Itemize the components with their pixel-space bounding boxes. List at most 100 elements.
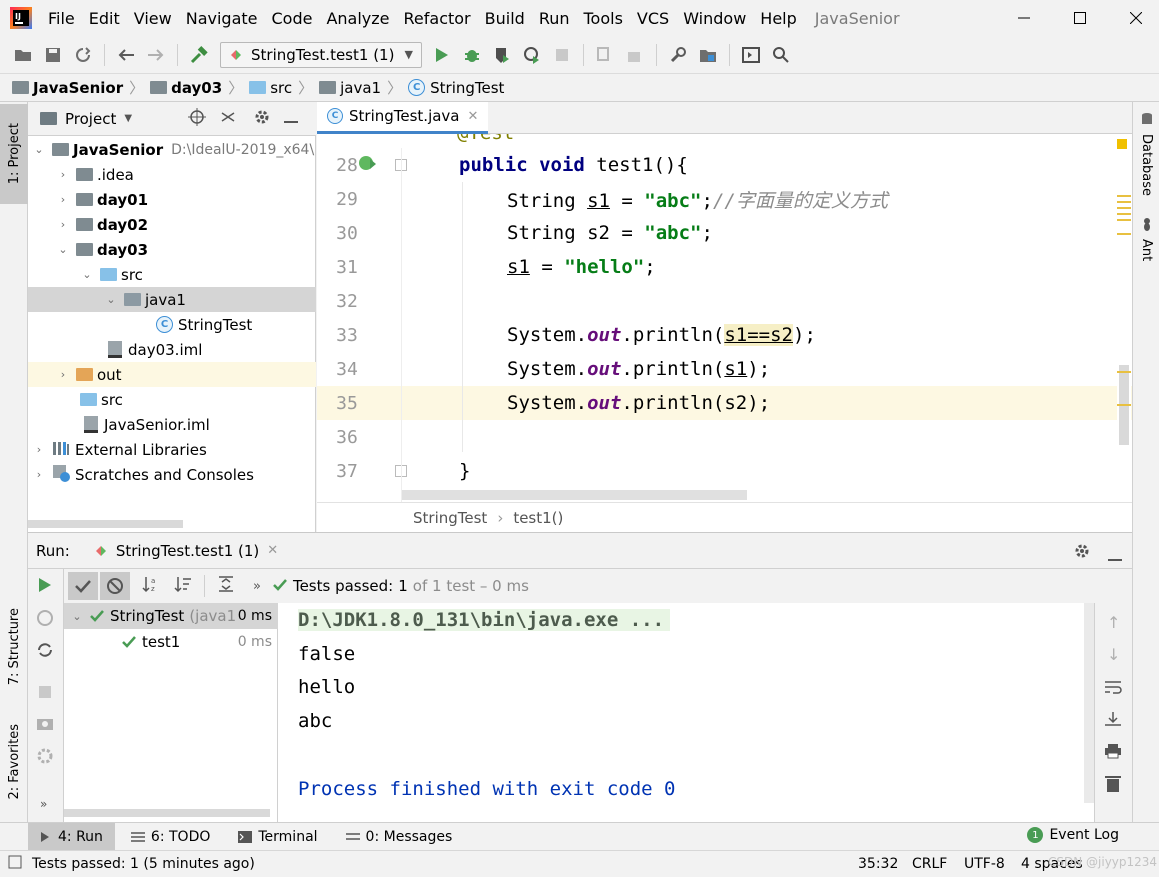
tree-item-external-libraries[interactable]: › External Libraries xyxy=(32,437,207,462)
collapse-all-icon[interactable] xyxy=(220,109,236,129)
horizontal-scrollbar[interactable] xyxy=(64,809,270,817)
tree-item-day03-iml[interactable]: day03.iml xyxy=(108,337,202,362)
crumb-class[interactable]: StringTest xyxy=(413,509,487,527)
toggle-autotest-icon[interactable] xyxy=(36,641,54,663)
tab-stringtest-java[interactable]: C StringTest.java ✕ xyxy=(317,101,489,134)
menu-code[interactable]: Code xyxy=(272,9,313,28)
horizontal-scrollbar[interactable] xyxy=(28,520,183,528)
ant-tool-tab[interactable]: Ant xyxy=(1133,217,1159,277)
close-tab-icon[interactable]: ✕ xyxy=(468,109,479,124)
tree-item-out[interactable]: › out xyxy=(56,362,122,387)
more-chevrons-icon[interactable]: » xyxy=(253,579,261,594)
close-button[interactable] xyxy=(1113,0,1159,36)
close-tab-icon[interactable]: ✕ xyxy=(267,543,278,558)
structure-tool-tab[interactable]: 7: Structure xyxy=(0,592,28,702)
line-separator[interactable]: CRLF xyxy=(912,856,947,872)
gear-icon[interactable] xyxy=(254,109,270,129)
tree-item-day03[interactable]: ⌄ day03 xyxy=(56,237,148,262)
menu-tools[interactable]: Tools xyxy=(584,9,623,28)
breadcrumb-class[interactable]: StringTest xyxy=(430,79,504,97)
terminal-tool-tab[interactable]: Terminal xyxy=(226,829,329,845)
menu-refactor[interactable]: Refactor xyxy=(404,9,471,28)
back-arrow-icon[interactable] xyxy=(114,43,138,67)
forward-arrow-icon[interactable] xyxy=(144,43,168,67)
run-tool-tab[interactable]: 4: Run xyxy=(28,823,115,850)
menu-analyze[interactable]: Analyze xyxy=(326,9,389,28)
test-tree-row-method[interactable]: test1 0 ms xyxy=(64,629,278,655)
trash-icon[interactable] xyxy=(1105,775,1121,797)
tree-item-day02[interactable]: › day02 xyxy=(56,212,148,237)
breadcrumb-package[interactable]: java1 xyxy=(340,79,381,97)
breadcrumb-src[interactable]: src xyxy=(270,79,292,97)
messages-tool-tab[interactable]: 0: Messages xyxy=(334,829,465,845)
stop-icon[interactable] xyxy=(38,685,52,703)
crumb-method[interactable]: test1() xyxy=(513,509,563,527)
more-chevrons-icon[interactable]: » xyxy=(40,797,47,811)
tree-item-idea[interactable]: › .idea xyxy=(56,162,134,187)
attach-debugger-icon[interactable] xyxy=(593,43,617,67)
soft-wrap-icon[interactable] xyxy=(1104,679,1122,699)
stop-icon[interactable] xyxy=(550,43,574,67)
open-folder-icon[interactable] xyxy=(11,43,35,67)
rerun-icon[interactable] xyxy=(38,577,52,597)
deploy-icon[interactable] xyxy=(623,43,647,67)
show-passed-toggle[interactable] xyxy=(68,572,98,600)
run-test-gutter-icon[interactable] xyxy=(357,153,379,177)
editor-horizontal-scrollbar[interactable] xyxy=(402,490,747,500)
menu-build[interactable]: Build xyxy=(485,9,525,28)
tree-item-src[interactable]: ⌄ src xyxy=(80,262,143,287)
gear-icon[interactable] xyxy=(1074,543,1090,563)
tree-item-root-src[interactable]: src xyxy=(80,387,123,412)
profile-icon[interactable] xyxy=(520,43,544,67)
test-tree-row-class[interactable]: ⌄ StringTest (java1 0 ms xyxy=(64,603,278,629)
sort-alpha-icon[interactable]: az xyxy=(142,575,160,597)
project-structure-icon[interactable] xyxy=(696,43,720,67)
menu-vcs[interactable]: VCS xyxy=(637,9,669,28)
expand-all-icon[interactable] xyxy=(217,575,235,597)
build-hammer-icon[interactable] xyxy=(187,43,211,67)
print-icon[interactable] xyxy=(1104,743,1122,763)
menu-window[interactable]: Window xyxy=(683,9,746,28)
status-layout-icon[interactable] xyxy=(8,855,22,873)
search-icon[interactable] xyxy=(769,43,793,67)
tree-item-scratches[interactable]: › Scratches and Consoles xyxy=(32,462,254,487)
favorites-tool-tab[interactable]: 2: Favorites xyxy=(0,712,28,812)
status-message[interactable]: Tests passed: 1 (5 minutes ago) xyxy=(32,856,255,872)
menu-run[interactable]: Run xyxy=(539,9,570,28)
settings-wrench-icon[interactable] xyxy=(666,43,690,67)
maximize-button[interactable] xyxy=(1057,0,1103,36)
down-arrow-icon[interactable]: ↓ xyxy=(1107,645,1120,664)
menu-help[interactable]: Help xyxy=(760,9,796,28)
sort-duration-icon[interactable] xyxy=(174,575,192,597)
menu-file[interactable]: File xyxy=(48,9,75,28)
project-view-label[interactable]: Project xyxy=(65,110,116,128)
hide-panel-icon[interactable] xyxy=(1108,548,1122,566)
minimize-button[interactable] xyxy=(1001,0,1047,36)
event-log-tab[interactable]: 1 Event Log xyxy=(1027,827,1119,843)
camera-snapshot-icon[interactable] xyxy=(36,715,54,735)
tree-item-stringtest[interactable]: C StringTest xyxy=(156,312,252,337)
run-with-coverage-icon[interactable] xyxy=(490,43,514,67)
caret-position[interactable]: 35:32 xyxy=(858,856,898,872)
run-icon[interactable] xyxy=(430,43,454,67)
console-scrollbar[interactable] xyxy=(1084,603,1094,803)
show-ignored-toggle[interactable] xyxy=(100,572,130,600)
tree-item-project-root[interactable]: ⌄ JavaSenior D:\IdealU-2019_x64\ xyxy=(32,137,314,162)
menu-edit[interactable]: Edit xyxy=(89,9,120,28)
todo-tool-tab[interactable]: 6: TODO xyxy=(119,829,222,845)
sync-icon[interactable] xyxy=(71,43,95,67)
rerun-failed-icon[interactable] xyxy=(36,609,54,631)
tree-item-day01[interactable]: › day01 xyxy=(56,187,148,212)
locate-target-icon[interactable] xyxy=(188,107,207,130)
file-encoding[interactable]: UTF-8 xyxy=(964,856,1005,872)
project-tool-tab[interactable]: 1: Project xyxy=(0,104,28,204)
editor-scrollbar[interactable] xyxy=(1117,135,1131,502)
run-tab[interactable]: StringTest.test1 (1) ✕ xyxy=(94,542,278,560)
run-anything-icon[interactable] xyxy=(739,43,763,67)
tree-item-javasenior-iml[interactable]: JavaSenior.iml xyxy=(84,412,210,437)
scroll-to-end-icon[interactable] xyxy=(1104,711,1122,731)
chevron-down-icon[interactable]: ▼ xyxy=(124,113,132,124)
breadcrumb-module[interactable]: day03 xyxy=(171,79,222,97)
database-tool-tab[interactable]: Database xyxy=(1133,112,1159,202)
settings-gear-icon[interactable] xyxy=(36,747,54,769)
